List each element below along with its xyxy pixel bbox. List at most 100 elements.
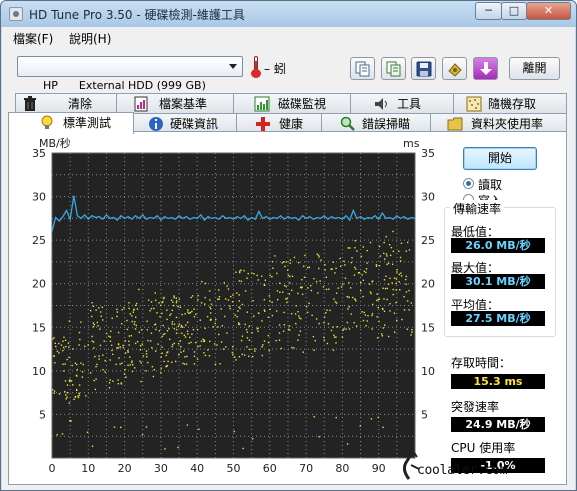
access-time-point	[408, 249, 411, 251]
tab-folder-usage[interactable]: 資料夾使用率	[430, 113, 567, 133]
access-time-point	[307, 287, 309, 289]
app-window: HD Tune Pro 3.50 - 硬碟檢測-維護工具 ─ □ ✕ 檔案(F)…	[0, 0, 577, 491]
access-time-point	[195, 313, 197, 316]
download-button[interactable]	[473, 57, 498, 80]
start-button[interactable]: 開始	[463, 147, 537, 170]
access-time-point	[64, 339, 67, 342]
access-time-point	[134, 342, 137, 345]
burst-rate-value: 24.9 MB/秒	[451, 417, 545, 432]
access-time-point	[241, 353, 243, 356]
access-time-point	[223, 348, 225, 350]
access-time-point	[193, 355, 196, 358]
access-time-point	[104, 359, 106, 362]
access-time-point	[324, 264, 326, 266]
access-time-point	[87, 344, 89, 346]
access-time-point	[391, 282, 393, 284]
access-time-point	[356, 250, 358, 252]
tab-benchmark[interactable]: 標準測試	[8, 112, 134, 134]
access-time-point	[225, 346, 227, 348]
access-time-point	[158, 302, 160, 304]
access-time-point	[210, 303, 213, 305]
access-time-point	[320, 259, 322, 261]
access-time-point	[94, 355, 96, 358]
access-time-point	[116, 311, 119, 313]
access-time-point	[315, 318, 318, 320]
access-time-point	[170, 313, 172, 315]
access-time-point	[134, 328, 137, 330]
access-time-point	[351, 257, 353, 259]
access-time-point	[282, 291, 284, 293]
access-time-point	[400, 272, 402, 274]
access-time-point	[411, 329, 413, 331]
access-time-point	[223, 282, 225, 284]
access-time-point	[370, 292, 372, 295]
access-time-point	[70, 380, 73, 382]
access-time-point	[367, 315, 369, 317]
minimize-button[interactable]: ─	[475, 2, 502, 20]
read-radio[interactable]: 讀取	[463, 176, 553, 192]
access-time-point	[169, 314, 171, 317]
access-time-point	[297, 292, 299, 295]
tab-error-scan[interactable]: 錯誤掃瞄	[321, 113, 431, 133]
menu-help[interactable]: 說明(H)	[69, 30, 111, 47]
tab-erase[interactable]: 清除	[15, 93, 117, 113]
access-time-point	[162, 333, 165, 336]
access-time-point	[67, 342, 70, 344]
title-bar[interactable]: HD Tune Pro 3.50 - 硬碟檢測-維護工具 ─ □ ✕	[1, 1, 576, 27]
maximize-button[interactable]: □	[501, 2, 527, 20]
tab-tools[interactable]: 工具	[350, 93, 454, 113]
tab-disk-monitor[interactable]: 磁碟監視	[233, 93, 351, 113]
tab-health[interactable]: 健康	[236, 113, 322, 133]
access-time-point	[334, 272, 336, 274]
access-time-point	[134, 316, 137, 318]
access-time-point	[256, 274, 258, 277]
access-time-point	[383, 252, 385, 255]
tab-random-access[interactable]: 隨機存取	[453, 93, 567, 113]
menu-file[interactable]: 檔案(F)	[13, 30, 53, 47]
drive-select[interactable]: HP External HDD (999 GB)	[17, 56, 243, 92]
access-time-point	[318, 267, 320, 270]
watermark-text: coolaler.com	[417, 463, 508, 478]
tab-file-benchmark[interactable]: 檔案基準	[116, 93, 234, 113]
access-time-point	[400, 275, 403, 277]
access-time-point	[69, 419, 71, 422]
access-time-point	[186, 355, 188, 358]
exit-button[interactable]: 離開	[509, 57, 560, 80]
copy-info-button[interactable]	[381, 57, 406, 80]
access-time-point	[196, 328, 199, 331]
tab-drive-info[interactable]: 硬碟資訊	[133, 113, 237, 133]
access-time-point	[393, 331, 396, 333]
access-time-point	[344, 277, 347, 279]
access-time-point	[135, 302, 138, 305]
access-time-point	[110, 344, 113, 347]
copy-button[interactable]	[350, 57, 375, 80]
access-time-point	[64, 390, 66, 393]
y-tick-label: 35	[32, 147, 46, 160]
access-time-point	[171, 361, 173, 363]
access-time-point	[302, 351, 304, 353]
access-time-point	[68, 346, 70, 348]
access-time-point	[240, 339, 243, 342]
screenshot-button[interactable]	[442, 57, 467, 80]
access-time-point	[151, 365, 154, 368]
access-time-point	[285, 261, 288, 263]
file-benchmark-icon	[134, 96, 148, 112]
trash-icon	[24, 96, 36, 111]
benchmark-chart: MB/秒 ms353025201510535302520151050 10 20 30 4…	[32, 136, 435, 475]
access-time-point	[299, 330, 302, 332]
access-time-point	[232, 354, 234, 356]
access-time-point	[127, 351, 129, 353]
access-time-point	[149, 310, 151, 312]
access-time-point	[257, 279, 259, 281]
access-time-point	[204, 354, 207, 357]
close-button[interactable]: ✕	[526, 2, 571, 20]
access-time-point	[301, 278, 303, 281]
save-button[interactable]	[411, 57, 436, 80]
x-tick-label: 90	[372, 462, 386, 475]
access-time-point	[267, 316, 270, 319]
access-time-point	[201, 280, 203, 283]
access-time-point	[128, 302, 130, 304]
access-time-point	[264, 310, 266, 313]
access-time-point	[161, 346, 163, 348]
access-time-point	[317, 254, 320, 257]
